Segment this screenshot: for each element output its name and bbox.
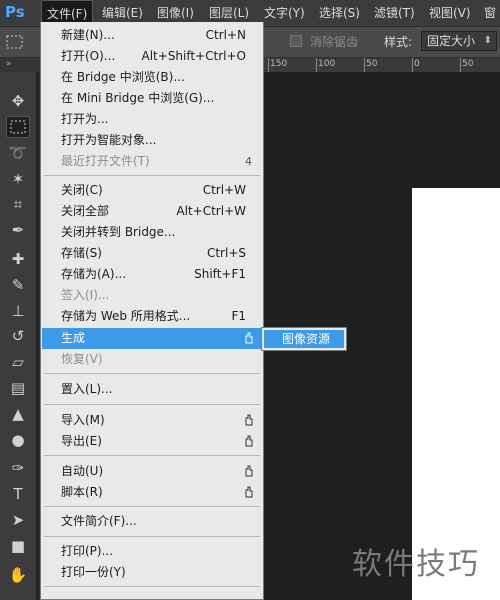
watermark-text: 软件技巧	[352, 547, 480, 582]
menu-window[interactable]: 窗	[484, 0, 496, 26]
clone-stamp-icon[interactable]: ⊥	[6, 300, 30, 322]
submenu-hand-icon	[245, 414, 253, 426]
menu-item-check-in[interactable]: 签入(I)...	[42, 285, 262, 306]
menu-item-place[interactable]: 置入(L)...	[42, 379, 262, 400]
menu-separator	[44, 455, 260, 456]
menu-item-open[interactable]: 打开(O)... Alt+Shift+Ctrl+O	[42, 46, 262, 67]
menu-item-generate[interactable]: 生成	[42, 328, 262, 349]
crop-icon[interactable]: ⌗	[6, 193, 30, 215]
chevron-updown-icon: ⬍	[483, 35, 492, 46]
menu-item-browse-mini-bridge[interactable]: 在 Mini Bridge 中浏览(G)...	[42, 88, 262, 109]
marquee-preset-icon[interactable]	[5, 33, 25, 51]
healing-brush-icon[interactable]: ✚	[6, 248, 30, 270]
antialias-label: 消除锯齿	[310, 35, 359, 49]
ruler-label: 50	[462, 59, 474, 69]
menu-item-import[interactable]: 导入(M)	[42, 410, 262, 431]
ruler-label: 0	[414, 59, 420, 69]
submenu-hand-icon	[245, 332, 253, 344]
menu-item-open-smart-object[interactable]: 打开为智能对象...	[42, 130, 262, 151]
file-menu-dropdown: 新建(N)... Ctrl+N 打开(O)... Alt+Shift+Ctrl+O …	[40, 22, 264, 600]
menu-item-save[interactable]: 存储(S) Ctrl+S	[42, 243, 262, 264]
move-icon[interactable]: ✥	[6, 90, 30, 112]
menu-item-print-one-copy[interactable]: 打印一份(Y)	[42, 562, 262, 583]
history-brush-icon[interactable]: ↺	[6, 325, 30, 347]
submenu-hand-icon	[245, 435, 253, 447]
path-selection-icon[interactable]: ➤	[6, 509, 30, 531]
menu-select[interactable]: 选择(S)	[319, 0, 360, 26]
menu-item-browse-bridge[interactable]: 在 Bridge 中浏览(B)...	[42, 67, 262, 88]
menu-item-recent-files[interactable]: 最近打开文件(T) 4	[42, 151, 262, 172]
menu-item-close-all[interactable]: 关闭全部 Alt+Ctrl+W	[42, 201, 262, 222]
eyedropper-icon[interactable]: ✒	[6, 219, 30, 241]
menu-filter[interactable]: 滤镜(T)	[374, 0, 415, 26]
menu-item-export[interactable]: 导出(E)	[42, 431, 262, 452]
hand-icon[interactable]: ✋	[6, 564, 30, 586]
panel-collapse-icon[interactable]: »	[6, 58, 12, 70]
menu-separator	[44, 536, 260, 537]
menu-item-revert[interactable]: 恢复(V)	[42, 349, 262, 370]
lasso-icon[interactable]: ➰	[6, 142, 30, 164]
antialias-checkbox[interactable]	[290, 35, 302, 47]
photoshop-logo: Ps	[5, 3, 25, 21]
menu-item-new[interactable]: 新建(N)... Ctrl+N	[42, 25, 262, 46]
menu-item-close-to-bridge[interactable]: 关闭并转到 Bridge...	[42, 222, 262, 243]
menu-item-open-as[interactable]: 打开为...	[42, 109, 262, 130]
dodge-icon[interactable]: ●	[6, 429, 30, 451]
pen-icon[interactable]: ✑	[6, 457, 30, 479]
submenu-arrow-icon: 4	[245, 155, 252, 168]
menu-item-save-for-web[interactable]: 存储为 Web 所用格式... F1	[42, 306, 262, 327]
menu-item-scripts[interactable]: 脚本(R)	[42, 482, 262, 503]
eraser-icon[interactable]: ▱	[6, 351, 30, 373]
rectangle-shape-icon[interactable]: ■	[6, 535, 30, 557]
generate-submenu: 图像资源	[261, 327, 347, 351]
tools-panel: ✥ ➰ ✶ ⌗ ✒ ✚ ✎ ⊥ ↺ ▱ ▤ ▲ ● ✑ T ➤ ■ ✋	[0, 72, 37, 600]
menu-separator	[44, 586, 260, 587]
horizontal-ruler: 150 100 50 0 50	[264, 58, 500, 73]
menu-separator	[44, 175, 260, 176]
style-label: 样式:	[384, 35, 413, 49]
menu-item-image-assets[interactable]: 图像资源	[264, 330, 344, 348]
menu-item-print[interactable]: 打印(P)...	[42, 541, 262, 562]
ruler-label: 50	[366, 59, 378, 69]
menu-separator	[44, 506, 260, 507]
menu-separator	[44, 404, 260, 405]
style-select-value: 固定大小	[427, 34, 476, 48]
menu-item-save-as[interactable]: 存储为(A)... Shift+F1	[42, 264, 262, 285]
ruler-label: 150	[270, 59, 288, 69]
menu-separator	[44, 373, 260, 374]
menu-type[interactable]: 文字(Y)	[264, 0, 305, 26]
style-select[interactable]: 固定大小 ⬍	[421, 31, 497, 51]
menu-item-file-info[interactable]: 文件简介(F)...	[42, 511, 262, 532]
brush-icon[interactable]: ✎	[6, 274, 30, 296]
rect-marquee-icon[interactable]	[6, 116, 30, 138]
magic-wand-icon[interactable]: ✶	[6, 168, 30, 190]
type-icon[interactable]: T	[6, 483, 30, 505]
submenu-hand-icon	[245, 465, 253, 477]
menu-view[interactable]: 视图(V)	[429, 0, 471, 26]
ruler-label: 100	[318, 59, 336, 69]
menu-item-automate[interactable]: 自动(U)	[42, 461, 262, 482]
blur-icon[interactable]: ▲	[6, 403, 30, 425]
menu-item-close[interactable]: 关闭(C) Ctrl+W	[42, 180, 262, 201]
submenu-hand-icon	[245, 486, 253, 498]
gradient-icon[interactable]: ▤	[6, 377, 30, 399]
